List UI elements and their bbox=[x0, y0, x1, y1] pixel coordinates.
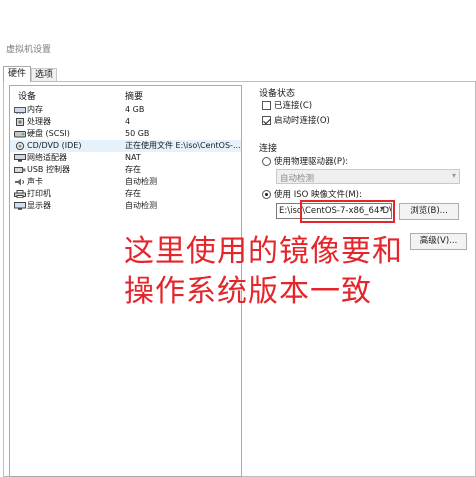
device-summary: 存在 bbox=[125, 189, 141, 198]
device-row-cd-dvd[interactable]: CD/DVD (IDE) 正在使用文件 E:\iso\CentOS-... bbox=[10, 140, 241, 152]
browse-button[interactable]: 浏览(B)... bbox=[399, 203, 459, 220]
device-name: 网络适配器 bbox=[27, 153, 67, 162]
device-summary: 4 GB bbox=[125, 105, 145, 114]
title-bar bbox=[0, 0, 476, 58]
physical-drive-dropdown-value: 自动检测 bbox=[280, 174, 315, 184]
sound-card-icon bbox=[15, 178, 24, 186]
device-name: 处理器 bbox=[27, 117, 51, 126]
column-header-device: 设备 bbox=[18, 92, 37, 102]
connected-label[interactable]: 已连接(C) bbox=[274, 99, 312, 111]
device-name: 硬盘 (SCSI) bbox=[27, 129, 70, 138]
physical-drive-radio[interactable] bbox=[262, 157, 271, 166]
device-summary: 4 bbox=[125, 117, 131, 126]
device-row-display[interactable]: 显示器 自动检测 bbox=[10, 200, 241, 212]
iso-path-highlight-box bbox=[300, 200, 395, 223]
device-name: 内存 bbox=[27, 105, 43, 114]
connection-title: 连接 bbox=[259, 144, 278, 154]
device-name: CD/DVD (IDE) bbox=[27, 141, 82, 150]
processor-icon bbox=[16, 118, 24, 126]
device-row-network-adapter[interactable]: 网络适配器 NAT bbox=[10, 152, 241, 164]
display-icon bbox=[14, 202, 26, 210]
connect-at-power-on-checkbox[interactable] bbox=[262, 116, 271, 125]
device-name: 打印机 bbox=[27, 189, 51, 198]
device-summary: 存在 bbox=[125, 165, 141, 174]
device-summary: 50 GB bbox=[125, 129, 150, 138]
device-name: 声卡 bbox=[27, 177, 43, 186]
device-name: 显示器 bbox=[27, 201, 51, 210]
device-summary: 正在使用文件 E:\iso\CentOS-... bbox=[125, 141, 241, 150]
device-row-processor[interactable]: 处理器 4 bbox=[10, 116, 241, 128]
device-row-sound-card[interactable]: 声卡 自动检测 bbox=[10, 176, 241, 188]
device-row-hard-disk[interactable]: 硬盘 (SCSI) 50 GB bbox=[10, 128, 241, 140]
iso-file-radio[interactable] bbox=[262, 190, 271, 199]
chevron-down-icon: ▾ bbox=[451, 171, 456, 180]
annotation-text: 这里使用的镜像要和 操作系统版本一致 bbox=[124, 232, 424, 312]
network-adapter-icon bbox=[14, 154, 26, 162]
device-row-memory[interactable]: 内存 4 GB bbox=[10, 104, 241, 116]
annotation-line-2: 操作系统版本一致 bbox=[124, 274, 372, 309]
device-summary: 自动检测 bbox=[125, 201, 157, 210]
printer-icon bbox=[14, 190, 26, 198]
memory-icon bbox=[14, 107, 26, 114]
device-status-title: 设备状态 bbox=[259, 89, 296, 99]
physical-drive-label[interactable]: 使用物理驱动器(P): bbox=[274, 155, 348, 167]
cd-dvd-icon bbox=[15, 142, 25, 150]
window-title: 虚拟机设置 bbox=[6, 45, 52, 55]
hard-disk-icon bbox=[14, 131, 26, 138]
physical-drive-dropdown[interactable]: 自动检测 ▾ bbox=[276, 169, 460, 184]
usb-icon bbox=[14, 167, 26, 173]
tab-options[interactable]: 选项 bbox=[31, 68, 57, 81]
connect-at-power-on-label[interactable]: 启动时连接(O) bbox=[274, 114, 330, 126]
connected-checkbox[interactable] bbox=[262, 101, 271, 110]
device-row-usb[interactable]: USB 控制器 存在 bbox=[10, 164, 241, 176]
tab-hardware[interactable]: 硬件 bbox=[3, 66, 31, 82]
device-name: USB 控制器 bbox=[27, 165, 70, 174]
device-row-printer[interactable]: 打印机 存在 bbox=[10, 188, 241, 200]
annotation-line-1: 这里使用的镜像要和 bbox=[124, 234, 403, 269]
device-summary: NAT bbox=[125, 153, 141, 162]
device-summary: 自动检测 bbox=[125, 177, 157, 186]
iso-file-label[interactable]: 使用 ISO 映像文件(M): bbox=[274, 188, 362, 200]
column-header-summary: 摘要 bbox=[125, 92, 144, 102]
